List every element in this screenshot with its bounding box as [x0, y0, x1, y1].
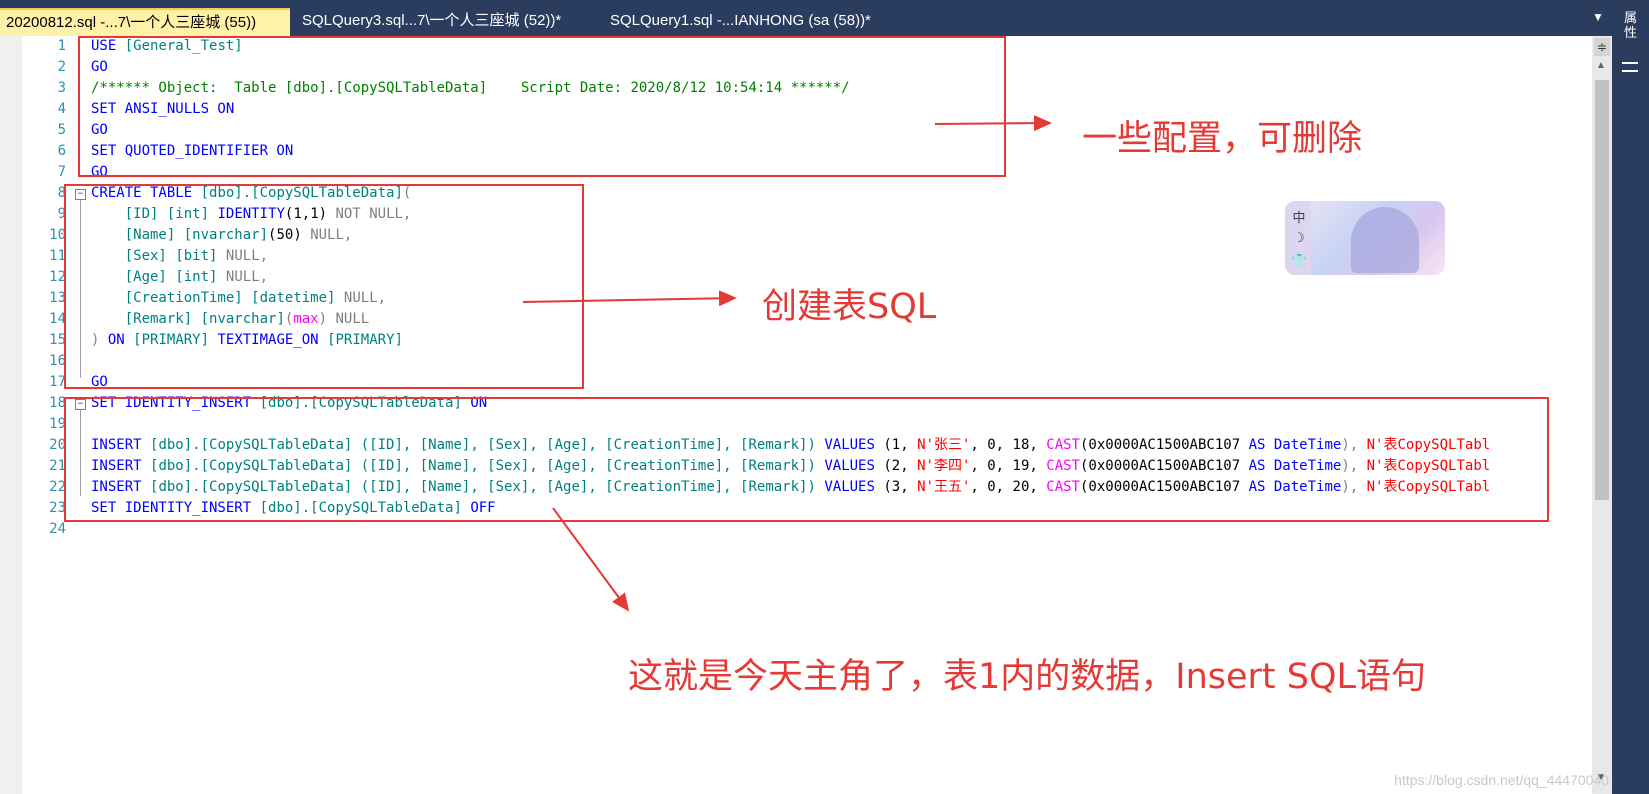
arrow-to-config-note: [934, 115, 1052, 132]
panel-divider: [1622, 62, 1638, 72]
annotation-insert-note: 这就是今天主角了，表1内的数据，Insert SQL语句: [628, 657, 1427, 697]
watermark: https://blog.csdn.net/qq_44470040: [1394, 772, 1609, 788]
arrow-to-create-table-note: [522, 290, 737, 307]
annotation-config-note: 一些配置，可删除: [1082, 119, 1363, 159]
annotation-create-table-note: 创建表SQL: [762, 287, 937, 327]
properties-side-panel[interactable]: 属性: [1612, 0, 1649, 794]
properties-tab-label[interactable]: 属性: [1624, 10, 1640, 40]
arrow-to-insert-note: [552, 507, 630, 612]
